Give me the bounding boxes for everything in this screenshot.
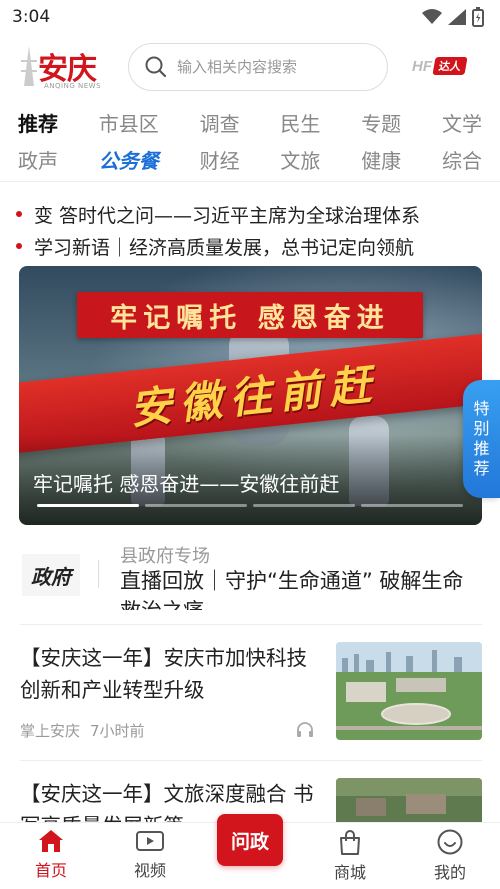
news-title: 【安庆这一年】安庆市加快科技创新和产业转型升级 bbox=[20, 646, 307, 702]
hf-logo: HF bbox=[412, 57, 432, 75]
tab-jiankang[interactable]: 健康 bbox=[361, 145, 401, 174]
banner-caption: 牢记嘱托 感恩奋进——安徽往前赶 bbox=[33, 472, 340, 496]
search-input[interactable] bbox=[177, 58, 367, 76]
daren-tag: 达人 bbox=[432, 57, 468, 75]
nav-mall[interactable]: 商城 bbox=[315, 829, 385, 883]
channel-tabs: 推荐 市县区 调查 民生 专题 文学 政声 公务餐 财经 文旅 健康 综合 bbox=[0, 104, 500, 178]
special-tag: 县政府专场 bbox=[120, 546, 210, 567]
headphones-icon[interactable] bbox=[296, 722, 314, 738]
tab-zonghe[interactable]: 综合 bbox=[442, 145, 482, 174]
carousel-dot[interactable] bbox=[145, 504, 247, 507]
status-icons bbox=[422, 7, 484, 27]
nav-wenzheng-button[interactable]: 问政 bbox=[217, 814, 283, 866]
gov-special-card[interactable]: 政府 县政府专场 直播回放｜守护“生命通道” 破解生命救治之痛 bbox=[22, 538, 482, 610]
carousel-dot[interactable] bbox=[361, 504, 463, 507]
tab-zhengsheng[interactable]: 政声 bbox=[18, 145, 58, 174]
header: 安庆 ANQING NEWS HF 达人 bbox=[0, 38, 500, 98]
banner-slogan: 牢记嘱托 感恩奋进 bbox=[110, 302, 390, 334]
nav-label: 首页 bbox=[34, 861, 67, 880]
nav-label: 视频 bbox=[133, 861, 166, 880]
carousel-indicator bbox=[37, 504, 463, 507]
nav-label: 商城 bbox=[333, 863, 366, 882]
banner-carousel[interactable]: 牢记嘱托 感恩奋进 安徽往前赶 牢记嘱托 感恩奋进——安徽往前赶 bbox=[19, 266, 482, 525]
ticker-text: 变 答时代之问——习近平主席为全球治理体系 bbox=[34, 204, 421, 227]
tab-gongwucan[interactable]: 公务餐 bbox=[99, 145, 159, 174]
tab-shixianqu[interactable]: 市县区 bbox=[99, 108, 159, 137]
signal-icon bbox=[448, 9, 466, 25]
news-source: 掌上安庆 bbox=[20, 722, 81, 740]
tab-tuijian[interactable]: 推荐 bbox=[18, 108, 58, 137]
nav-mine[interactable]: 我的 bbox=[415, 829, 485, 883]
app-logo[interactable]: 安庆 ANQING NEWS bbox=[18, 44, 102, 92]
logo-subtitle: ANQING NEWS bbox=[44, 82, 102, 90]
tab-wenxue[interactable]: 文学 bbox=[442, 108, 482, 137]
status-bar: 3:04 bbox=[0, 0, 500, 34]
ticker-text: 学习新语｜经济高质量发展，总书记定向领航 bbox=[34, 236, 415, 259]
gov-logo: 政府 bbox=[22, 554, 80, 596]
smile-face-icon bbox=[437, 829, 463, 855]
banner-slogan-board: 牢记嘱托 感恩奋进 bbox=[77, 292, 423, 338]
tab-caijing[interactable]: 财经 bbox=[200, 145, 240, 174]
tab-zhuanti[interactable]: 专题 bbox=[361, 108, 401, 137]
nav-label: 我的 bbox=[433, 863, 466, 882]
shopping-bag-icon bbox=[340, 830, 360, 855]
divider bbox=[0, 181, 500, 182]
vertical-separator bbox=[98, 560, 99, 588]
ticker-item[interactable]: 变 答时代之问——习近平主席为全球治理体系 bbox=[0, 198, 500, 230]
wenzheng-label: 问政 bbox=[230, 830, 269, 853]
news-meta: 掌上安庆 7小时前 bbox=[20, 720, 145, 741]
news-time: 7小时前 bbox=[90, 722, 145, 740]
tab-minsheng[interactable]: 民生 bbox=[280, 108, 320, 137]
channel-row-1: 推荐 市县区 调查 民生 专题 文学 bbox=[0, 104, 500, 141]
hf-daren-button[interactable]: HF 达人 bbox=[412, 57, 468, 75]
divider bbox=[20, 760, 482, 761]
nav-video[interactable]: 视频 bbox=[115, 829, 185, 881]
float-tab-char: 别 bbox=[473, 419, 490, 438]
battery-icon bbox=[472, 7, 484, 27]
home-icon bbox=[39, 830, 63, 852]
tab-diaocha[interactable]: 调查 bbox=[200, 108, 240, 137]
search-box[interactable] bbox=[128, 43, 388, 91]
bullet-dot bbox=[16, 211, 22, 217]
tab-wenlv[interactable]: 文旅 bbox=[280, 145, 320, 174]
float-tab-char: 特 bbox=[473, 399, 490, 418]
status-time: 3:04 bbox=[12, 7, 51, 27]
headline-ticker: 变 答时代之问——习近平主席为全球治理体系 学习新语｜经济高质量发展，总书记定向… bbox=[0, 198, 500, 262]
news-item[interactable]: 【安庆这一年】安庆市加快科技创新和产业转型升级 掌上安庆 7小时前 bbox=[20, 642, 482, 748]
video-icon bbox=[136, 831, 164, 851]
special-recommend-tab[interactable]: 特 别 推 荐 bbox=[463, 380, 500, 498]
wifi-icon bbox=[422, 9, 442, 24]
carousel-dot[interactable] bbox=[253, 504, 355, 507]
channel-row-2: 政声 公务餐 财经 文旅 健康 综合 bbox=[0, 141, 500, 178]
float-tab-char: 推 bbox=[473, 439, 490, 458]
nav-home[interactable]: 首页 bbox=[16, 829, 86, 881]
bullet-dot bbox=[16, 243, 22, 249]
news-thumbnail bbox=[336, 778, 482, 822]
special-text: 直播回放｜守护“生命通道” 破解生命救治之痛 bbox=[120, 569, 464, 610]
float-tab-char: 荐 bbox=[473, 459, 490, 478]
divider bbox=[20, 624, 482, 625]
carousel-dot[interactable] bbox=[37, 504, 139, 507]
ticker-item[interactable]: 学习新语｜经济高质量发展，总书记定向领航 bbox=[0, 230, 500, 262]
search-icon bbox=[145, 56, 167, 78]
news-thumbnail bbox=[336, 642, 482, 740]
